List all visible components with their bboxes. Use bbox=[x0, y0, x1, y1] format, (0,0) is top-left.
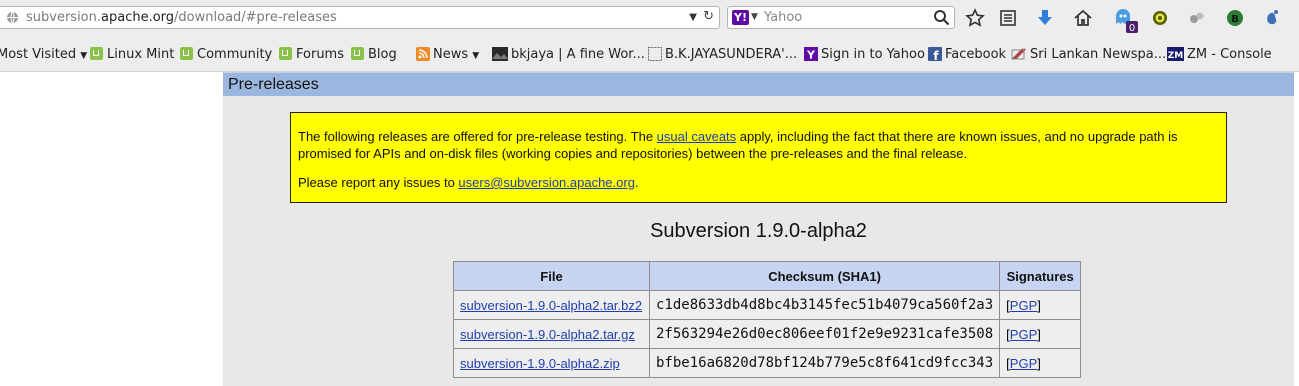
file-download-link[interactable]: subversion-1.9.0-alpha2.tar.bz2 bbox=[460, 298, 642, 313]
history-dropdown-icon[interactable]: ▼ bbox=[689, 12, 697, 23]
checksum-cell: 2f563294e26d0ec806eef01f2e9e9231cafe3508 bbox=[648, 319, 1001, 349]
mint-icon bbox=[180, 47, 193, 60]
zm-icon: ZM bbox=[1167, 47, 1184, 61]
facebook-icon: f bbox=[928, 47, 942, 61]
usual-caveats-link[interactable]: usual caveats bbox=[657, 129, 737, 144]
search-engine-dropdown-icon[interactable]: ▼ bbox=[751, 12, 758, 22]
signature-cell: [PGP] bbox=[999, 319, 1082, 349]
bookmark-zm-console[interactable]: ZM ZM - Console bbox=[1167, 46, 1272, 64]
table-row: subversion-1.9.0-alpha2.tar.gz 2f563294e… bbox=[453, 319, 1082, 349]
checksum-cell: c1de8633db4d8bc4b3145fec51b4079ca560f2a3 bbox=[648, 290, 1001, 320]
download-arrow-icon[interactable] bbox=[1035, 8, 1055, 28]
dropdown-icon: ▼ bbox=[80, 51, 88, 61]
pgp-signature-link[interactable]: PGP bbox=[1010, 298, 1037, 313]
bookmark-forums[interactable]: Forums bbox=[279, 46, 344, 64]
svg-text:ZM: ZM bbox=[1168, 51, 1184, 61]
file-cell: subversion-1.9.0-alpha2.tar.gz bbox=[453, 319, 650, 349]
adblock-icon[interactable]: B bbox=[1225, 8, 1245, 28]
bookmark-facebook[interactable]: f Facebook bbox=[928, 46, 1006, 64]
globe-icon bbox=[7, 11, 18, 24]
column-header-signatures: Signatures bbox=[999, 261, 1082, 291]
search-bar[interactable]: Y! ▼ Yahoo bbox=[727, 6, 955, 29]
mint-icon bbox=[279, 47, 292, 60]
section-title: Pre-releases bbox=[228, 76, 319, 93]
column-header-file: File bbox=[453, 261, 650, 291]
checksum-cell: bfbe16a6820d78bf124b779e5c8f641cd9fcc343 bbox=[648, 348, 1001, 378]
notice-paragraph-1: The following releases are offered for p… bbox=[298, 129, 1178, 161]
table-row: subversion-1.9.0-alpha2.zip bfbe16a6820d… bbox=[453, 348, 1082, 378]
url-text: subversion.apache.org/download/#pre-rele… bbox=[26, 10, 337, 25]
notice-paragraph-2: Please report any issues to users@subver… bbox=[298, 175, 639, 190]
signature-cell: [PGP] bbox=[999, 348, 1082, 378]
bookmark-bkjayasundera[interactable]: B.K.JAYASUNDERA'... bbox=[648, 46, 797, 64]
url-bar[interactable]: subversion.apache.org/download/#pre-rele… bbox=[0, 6, 720, 29]
main-content: Pre-releases The following releases are … bbox=[223, 72, 1294, 386]
release-title: Subversion 1.9.0-alpha2 bbox=[650, 220, 867, 242]
file-download-link[interactable]: subversion-1.9.0-alpha2.zip bbox=[460, 356, 620, 371]
pgp-signature-link[interactable]: PGP bbox=[1010, 327, 1037, 342]
ghostery-badge: 0 bbox=[1129, 23, 1135, 34]
svg-text:B: B bbox=[1231, 14, 1239, 25]
bookmarks-toolbar: Most Visited ▼ Linux Mint Community Foru… bbox=[0, 37, 1299, 72]
file-cell: subversion-1.9.0-alpha2.tar.bz2 bbox=[453, 290, 650, 320]
pgp-signature-link[interactable]: PGP bbox=[1010, 356, 1037, 371]
bookmark-news[interactable]: News ▼ bbox=[416, 46, 479, 64]
greasemonkey-icon[interactable] bbox=[1150, 8, 1170, 28]
rss-icon bbox=[416, 47, 430, 61]
bookmark-star-icon[interactable] bbox=[965, 8, 985, 28]
mint-icon bbox=[351, 47, 364, 60]
ghostery-icon[interactable]: 0 bbox=[1113, 8, 1141, 34]
bookmark-yahoo[interactable]: Y Sign in to Yahoo bbox=[804, 46, 925, 64]
bookmark-community[interactable]: Community bbox=[180, 46, 272, 64]
table-header-row: File Checksum (SHA1) Signatures bbox=[453, 261, 1082, 291]
release-files-table: File Checksum (SHA1) Signatures subversi… bbox=[453, 261, 1082, 378]
photo-icon bbox=[492, 47, 508, 61]
svg-text:f: f bbox=[933, 49, 939, 61]
extension-icon[interactable] bbox=[1187, 8, 1207, 28]
svg-text:Y: Y bbox=[806, 49, 816, 62]
gnome-foot-icon[interactable] bbox=[1262, 8, 1282, 28]
search-placeholder: Yahoo bbox=[764, 10, 803, 25]
section-header: Pre-releases bbox=[223, 72, 1294, 96]
home-icon[interactable] bbox=[1073, 8, 1093, 28]
dropdown-icon: ▼ bbox=[472, 51, 480, 61]
column-header-checksum: Checksum (SHA1) bbox=[648, 261, 1001, 291]
bookmark-linux-mint[interactable]: Linux Mint bbox=[90, 46, 174, 64]
newspaper-icon bbox=[1011, 48, 1026, 60]
bookmark-blog[interactable]: Blog bbox=[351, 46, 397, 64]
table-row: subversion-1.9.0-alpha2.tar.bz2 c1de8633… bbox=[453, 290, 1082, 320]
page-viewport: Pre-releases The following releases are … bbox=[0, 72, 1299, 386]
mint-icon bbox=[90, 47, 103, 60]
search-icon[interactable] bbox=[933, 9, 950, 26]
yahoo-icon: Y bbox=[804, 47, 818, 61]
bookmark-sri-lankan-newspapers[interactable]: Sri Lankan Newspa... bbox=[1011, 46, 1166, 64]
file-download-link[interactable]: subversion-1.9.0-alpha2.tar.gz bbox=[460, 327, 635, 342]
users-email-link[interactable]: users@subversion.apache.org bbox=[458, 175, 635, 190]
navigation-toolbar: subversion.apache.org/download/#pre-rele… bbox=[0, 0, 1299, 37]
bookmark-most-visited[interactable]: Most Visited ▼ bbox=[0, 46, 87, 64]
file-cell: subversion-1.9.0-alpha2.zip bbox=[453, 348, 650, 378]
page-icon bbox=[648, 47, 662, 61]
reload-icon[interactable]: ↻ bbox=[703, 9, 714, 24]
yahoo-icon[interactable]: Y! bbox=[732, 10, 749, 25]
prerelease-notice: The following releases are offered for p… bbox=[290, 112, 1227, 203]
reading-list-icon[interactable] bbox=[998, 8, 1018, 28]
signature-cell: [PGP] bbox=[999, 290, 1082, 320]
bookmark-bkjaya[interactable]: bkjaya | A fine Wor... bbox=[492, 46, 645, 64]
